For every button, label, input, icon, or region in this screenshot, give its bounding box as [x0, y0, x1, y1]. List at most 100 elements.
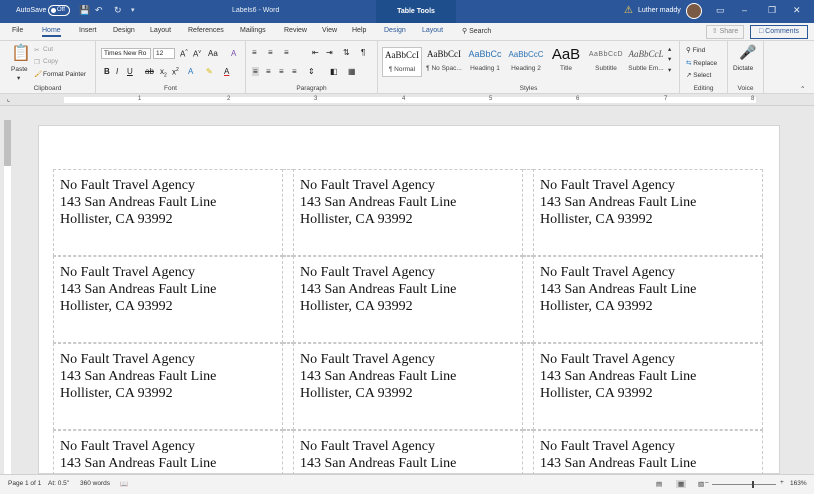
user-name[interactable]: Luther maddy: [638, 7, 681, 14]
highlight-icon[interactable]: ✎: [206, 67, 213, 76]
tab-selector-icon[interactable]: ⌞: [7, 95, 10, 103]
zoom-out-icon[interactable]: –: [705, 479, 709, 486]
clear-formatting-icon[interactable]: A: [231, 49, 236, 58]
ribbon-display-options-icon[interactable]: ▭: [716, 5, 725, 16]
label-cell[interactable]: No Fault Travel Agency 143 San Andreas F…: [53, 343, 283, 430]
tab-insert[interactable]: Insert: [79, 27, 97, 34]
borders-icon[interactable]: ▦: [348, 67, 356, 76]
align-left-icon[interactable]: ≡: [252, 67, 259, 76]
tab-help[interactable]: Help: [352, 27, 366, 34]
multilevel-list-icon[interactable]: ≡: [284, 48, 289, 57]
style-title[interactable]: AaB Title: [546, 47, 586, 77]
autosave-toggle[interactable]: Off: [48, 5, 70, 16]
align-center-icon[interactable]: ≡: [266, 67, 271, 76]
bullets-icon[interactable]: ≡: [252, 48, 257, 57]
styles-scroll-up-icon[interactable]: ▴: [668, 45, 671, 53]
cut-icon[interactable]: ✂: [34, 46, 39, 54]
style-heading-1[interactable]: AaBbCc Heading 1: [465, 47, 505, 77]
font-color-icon[interactable]: A: [224, 67, 229, 76]
text-effects-icon[interactable]: A: [188, 67, 193, 76]
decrease-indent-icon[interactable]: ⇤: [312, 48, 319, 57]
search-box[interactable]: ⚲ Search: [462, 27, 491, 35]
label-cell[interactable]: No Fault Travel Agency 143 San Andreas F…: [53, 256, 283, 343]
word-count[interactable]: 360 words: [80, 480, 110, 487]
web-layout-icon[interactable]: ▧: [698, 480, 704, 488]
format-painter-icon[interactable]: 🖌: [34, 70, 42, 78]
subscript-icon[interactable]: x2: [160, 67, 167, 79]
horizontal-ruler[interactable]: ⌞ 1 2 3 4 5 6 7 8: [0, 94, 814, 106]
label-cell[interactable]: No Fault Travel Agency 143 San Andreas F…: [533, 256, 763, 343]
close-icon[interactable]: ✕: [793, 5, 801, 16]
font-name-box[interactable]: Times New Ro: [101, 48, 151, 59]
label-cell[interactable]: No Fault Travel Agency 143 San Andreas F…: [53, 430, 283, 475]
paste-dropdown-icon[interactable]: ▾: [17, 74, 20, 82]
styles-more-icon[interactable]: ▾: [668, 66, 671, 74]
tab-review[interactable]: Review: [284, 27, 307, 34]
read-mode-icon[interactable]: ▤: [656, 480, 662, 488]
proofing-icon[interactable]: 📖: [120, 480, 128, 488]
comments-button[interactable]: □ Comments: [750, 25, 808, 39]
style-normal[interactable]: AaBbCcI ¶ Normal: [382, 47, 422, 77]
label-cell[interactable]: No Fault Travel Agency 143 San Andreas F…: [293, 430, 523, 475]
tab-file[interactable]: File: [12, 27, 23, 34]
style-no-spacing[interactable]: AaBbCcI ¶ No Spac...: [424, 47, 464, 77]
copy-button[interactable]: Copy: [43, 58, 58, 65]
warning-icon[interactable]: ⚠: [624, 5, 633, 16]
label-cell[interactable]: No Fault Travel Agency 143 San Andreas F…: [293, 343, 523, 430]
copy-icon[interactable]: ❐: [34, 58, 40, 66]
share-button[interactable]: ⇧ Share: [706, 25, 744, 39]
replace-button[interactable]: ⇆ Replace: [686, 59, 717, 67]
collapse-ribbon-icon[interactable]: ⌃: [800, 85, 805, 93]
print-layout-icon[interactable]: ▦: [676, 480, 687, 488]
redo-icon[interactable]: ↻: [114, 6, 122, 15]
paste-button[interactable]: Paste: [11, 66, 28, 73]
strikethrough-icon[interactable]: ab: [145, 67, 154, 76]
document-page[interactable]: No Fault Travel Agency 143 San Andreas F…: [38, 125, 780, 475]
microphone-icon[interactable]: 🎤: [739, 45, 756, 59]
vertical-ruler[interactable]: [4, 120, 11, 474]
tab-mailings[interactable]: Mailings: [240, 27, 266, 34]
zoom-in-icon[interactable]: +: [780, 479, 784, 486]
label-cell[interactable]: No Fault Travel Agency 143 San Andreas F…: [293, 256, 523, 343]
bold-icon[interactable]: B: [104, 67, 110, 76]
label-cell[interactable]: No Fault Travel Agency 143 San Andreas F…: [293, 169, 523, 256]
tab-table-design[interactable]: Design: [384, 27, 406, 34]
customize-toolbar-icon[interactable]: ▾: [131, 6, 135, 15]
show-formatting-icon[interactable]: ¶: [361, 48, 365, 57]
zoom-slider-thumb[interactable]: [752, 481, 754, 488]
style-subtle-emphasis[interactable]: AaBbCcL Subtle Em...: [626, 47, 666, 77]
styles-scroll-down-icon[interactable]: ▾: [668, 55, 671, 63]
cursor-position[interactable]: At: 0.5": [48, 480, 69, 487]
label-cell[interactable]: No Fault Travel Agency 143 San Andreas F…: [533, 430, 763, 475]
dictate-button[interactable]: Dictate: [733, 65, 753, 72]
align-right-icon[interactable]: ≡: [279, 67, 284, 76]
tab-design[interactable]: Design: [113, 27, 135, 34]
select-button[interactable]: ↗ Select: [686, 71, 711, 79]
superscript-icon[interactable]: x2: [172, 67, 179, 77]
grow-font-icon[interactable]: A^: [180, 49, 188, 59]
italic-icon[interactable]: I: [116, 67, 118, 76]
label-cell[interactable]: No Fault Travel Agency 143 San Andreas F…: [533, 169, 763, 256]
document-area[interactable]: No Fault Travel Agency 143 San Andreas F…: [0, 106, 814, 475]
sort-icon[interactable]: ⇅: [343, 48, 350, 57]
tab-home[interactable]: Home: [42, 27, 61, 37]
tab-view[interactable]: View: [322, 27, 337, 34]
line-spacing-icon[interactable]: ⇕: [308, 67, 315, 76]
avatar[interactable]: [686, 3, 702, 19]
find-button[interactable]: ⚲ Find: [686, 46, 705, 54]
shrink-font-icon[interactable]: Av: [193, 49, 201, 59]
cut-button[interactable]: Cut: [43, 46, 53, 53]
tab-layout[interactable]: Layout: [150, 27, 171, 34]
style-subtitle[interactable]: AaBbCcD Subtitle: [586, 47, 626, 77]
paste-icon[interactable]: 📋: [11, 46, 31, 62]
label-cell[interactable]: No Fault Travel Agency 143 San Andreas F…: [53, 169, 283, 256]
shading-icon[interactable]: ◧: [330, 67, 338, 76]
zoom-slider[interactable]: [712, 484, 776, 485]
minimize-icon[interactable]: –: [742, 5, 747, 15]
save-icon[interactable]: 💾: [79, 6, 90, 15]
numbering-icon[interactable]: ≡: [268, 48, 273, 57]
tab-references[interactable]: References: [188, 27, 224, 34]
restore-icon[interactable]: ❐: [768, 5, 776, 16]
undo-icon[interactable]: ↶: [95, 6, 103, 15]
label-cell[interactable]: No Fault Travel Agency 143 San Andreas F…: [533, 343, 763, 430]
